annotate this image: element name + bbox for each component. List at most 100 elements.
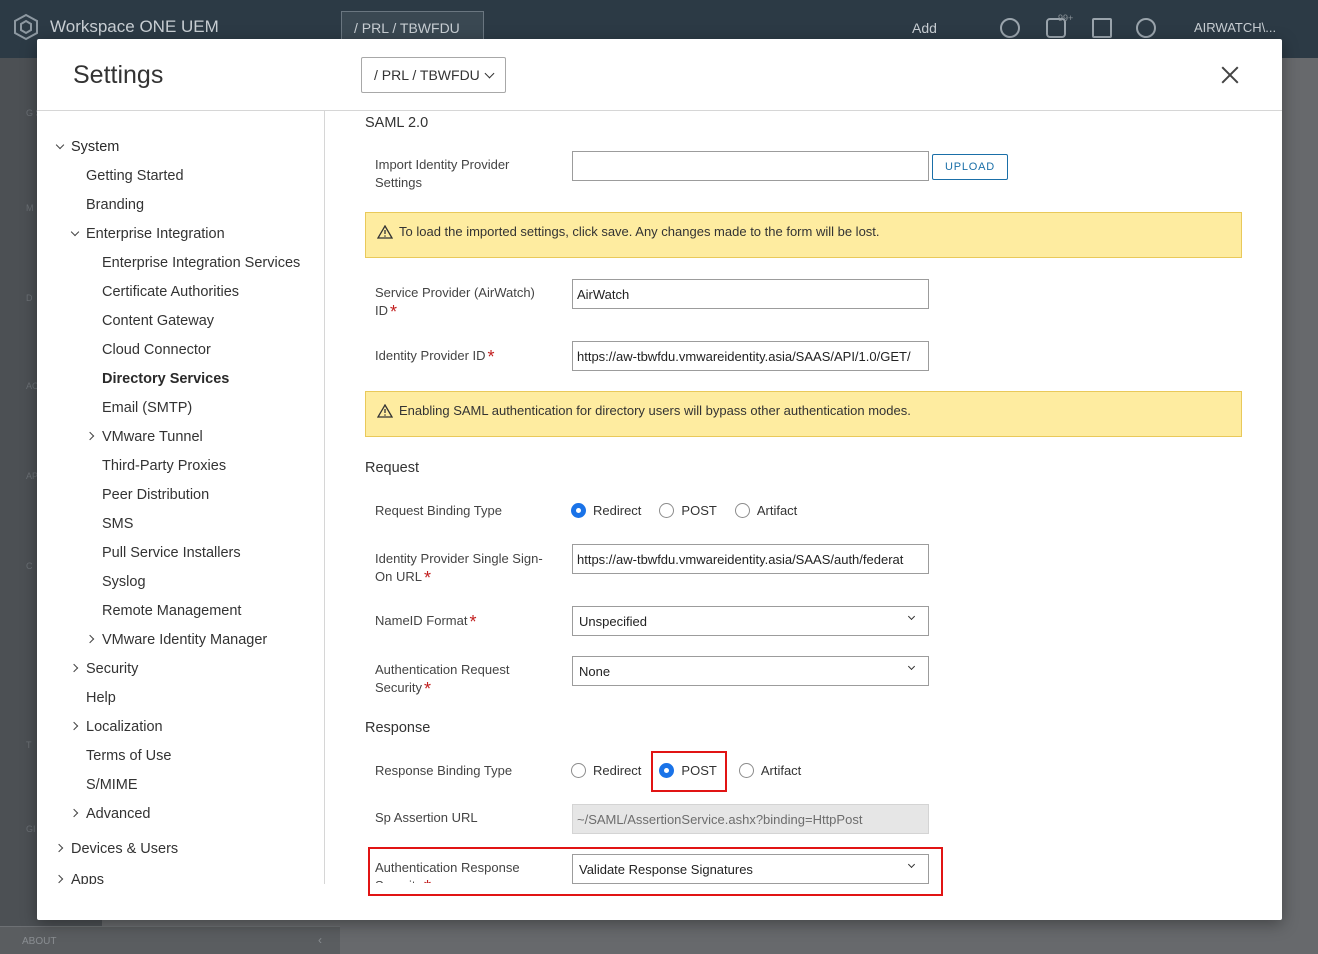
chevron-right-icon[interactable] [69,663,79,673]
radio-label: Artifact [756,503,798,518]
sidebar-item-security[interactable]: Security [86,661,138,677]
sp-assertion-input: ~/SAML/AssertionService.ashx?binding=Htt… [572,804,929,834]
sidebar-item-certificate-authorities[interactable]: Certificate Authorities [102,284,239,300]
chevron-right-icon[interactable] [54,843,64,853]
radio-icon[interactable] [734,503,750,518]
auth-response-highlight-box [368,847,943,896]
idp-sso-label-text: Identity Provider Single Sign-On URL [375,551,543,584]
idp-id-label: Identity Provider ID * [375,347,555,367]
leftnav-item[interactable]: C [26,561,33,571]
sidebar-item-branding[interactable]: Branding [86,197,144,213]
star-icon[interactable] [1092,18,1112,38]
chevron-down-icon[interactable] [55,140,65,150]
user-menu[interactable]: AIRWATCH\... [1194,20,1276,35]
required-marker: * [487,347,495,367]
sidebar-item-third-party-proxies[interactable]: Third-Party Proxies [102,458,226,474]
chevron-down-icon[interactable] [70,227,80,237]
modal-title: Settings [73,61,164,89]
sidebar-item-remote-management[interactable]: Remote Management [102,603,241,619]
saml-heading: SAML 2.0 [365,115,429,131]
radio-label: Redirect [593,503,642,518]
collapse-nav-icon[interactable]: ‹ [318,933,322,947]
radio-icon[interactable] [738,763,754,778]
resp-binding-artifact[interactable]: Artifact [738,763,801,778]
help-icon[interactable] [1136,18,1156,38]
sidebar-item-apps[interactable]: Apps [71,872,104,884]
modal-header: Settings / PRL / TBWFDU [37,39,1282,111]
req-binding-redirect[interactable]: Redirect [571,503,641,518]
resp-binding-redirect[interactable]: Redirect [571,763,641,778]
saml-warning-alert: Enabling SAML authentication for directo… [365,391,1242,437]
chevron-right-icon[interactable] [69,721,79,731]
sidebar-item-cloud-connector[interactable]: Cloud Connector [102,342,211,358]
close-icon[interactable] [1221,66,1239,84]
sidebar-item-getting-started[interactable]: Getting Started [86,168,184,184]
about-link[interactable]: ABOUT [22,936,56,947]
add-menu[interactable]: Add [912,20,937,36]
import-idp-input[interactable] [572,151,929,181]
chevron-right-icon[interactable] [69,808,79,818]
og-selector[interactable]: / PRL / TBWFDU [361,57,506,93]
search-icon[interactable] [1000,18,1020,38]
chevron-down-icon [907,662,916,671]
nameid-label-text: NameID Format [375,613,468,628]
auth-req-sec-label-text: Authentication Request Security [375,662,510,695]
sidebar-item-vmware-tunnel[interactable]: VMware Tunnel [102,429,203,445]
nameid-label: NameID Format * [375,612,555,632]
sp-id-input[interactable]: AirWatch [572,279,929,309]
nameid-value: Unspecified [579,614,647,629]
sidebar-item-pull-service-installers[interactable]: Pull Service Installers [102,545,241,561]
sidebar-item-devices-users[interactable]: Devices & Users [71,841,178,857]
chevron-down-icon [484,68,495,78]
sidebar-item-email-smtp[interactable]: Email (SMTP) [102,400,192,416]
radio-icon[interactable] [571,763,586,778]
sidebar-item-vmware-identity-manager[interactable]: VMware Identity Manager [102,632,267,648]
nameid-select[interactable]: Unspecified [572,606,929,636]
chevron-right-icon[interactable] [85,634,95,644]
auth-req-sec-value: None [579,664,611,679]
post-highlight-box [651,751,727,792]
sidebar-item-syslog[interactable]: Syslog [102,574,146,590]
app-footer: ABOUT ‹ [0,926,340,954]
warning-icon [377,404,393,418]
settings-content: SAML 2.0 Import Identity Provider Settin… [365,111,1282,920]
sidebar-item-peer-distribution[interactable]: Peer Distribution [102,487,209,503]
sidebar-item-enterprise-integration[interactable]: Enterprise Integration [86,226,225,242]
sidebar-item-help[interactable]: Help [86,690,116,706]
sidebar-item-smime[interactable]: S/MIME [86,777,138,793]
sidebar-item-ei-services[interactable]: Enterprise Integration Services [102,255,300,271]
sidebar-item-terms-of-use[interactable]: Terms of Use [86,748,171,764]
radio-label: Redirect [593,763,642,778]
leftnav-item[interactable]: M [26,203,34,213]
sidebar-item-advanced[interactable]: Advanced [86,806,151,822]
sidebar-item-sms[interactable]: SMS [102,516,133,532]
radio-icon[interactable] [659,503,675,518]
chevron-right-icon[interactable] [85,431,95,441]
import-idp-label: Import Identity Provider Settings [375,157,510,190]
req-binding-radio-group: Redirect POST Artifact [571,503,815,518]
req-binding-artifact[interactable]: Artifact [734,503,798,518]
idp-sso-input[interactable]: https://aw-tbwfdu.vmwareidentity.asia/SA… [572,544,929,574]
leftnav-item[interactable]: T [26,740,32,750]
sp-id-label: Service Provider (AirWatch) ID * [375,284,555,322]
auth-req-sec-select[interactable]: None [572,656,929,686]
import-warning-text: To load the imported settings, click sav… [399,224,880,239]
import-warning-alert: To load the imported settings, click sav… [365,212,1242,258]
required-marker: * [469,612,477,632]
req-binding-post[interactable]: POST [659,503,717,518]
radio-selected-icon[interactable] [571,503,586,518]
warning-icon [377,225,393,239]
resp-binding-label: Response Binding Type [375,763,513,778]
sidebar-item-localization[interactable]: Localization [86,719,163,735]
idp-sso-label: Identity Provider Single Sign-On URL * [375,550,555,587]
sidebar-item-content-gateway[interactable]: Content Gateway [102,313,214,329]
required-marker: * [390,302,398,322]
chevron-right-icon[interactable] [54,874,64,884]
request-heading: Request [365,460,420,476]
sidebar-item-system[interactable]: System [71,139,119,155]
upload-button[interactable]: UPLOAD [932,154,1009,180]
sp-id-label-text: Service Provider (AirWatch) ID [375,285,535,318]
leftnav-item[interactable]: D [26,293,33,303]
sidebar-item-directory-services[interactable]: Directory Services [102,371,229,387]
idp-id-input[interactable]: https://aw-tbwfdu.vmwareidentity.asia/SA… [572,341,929,371]
